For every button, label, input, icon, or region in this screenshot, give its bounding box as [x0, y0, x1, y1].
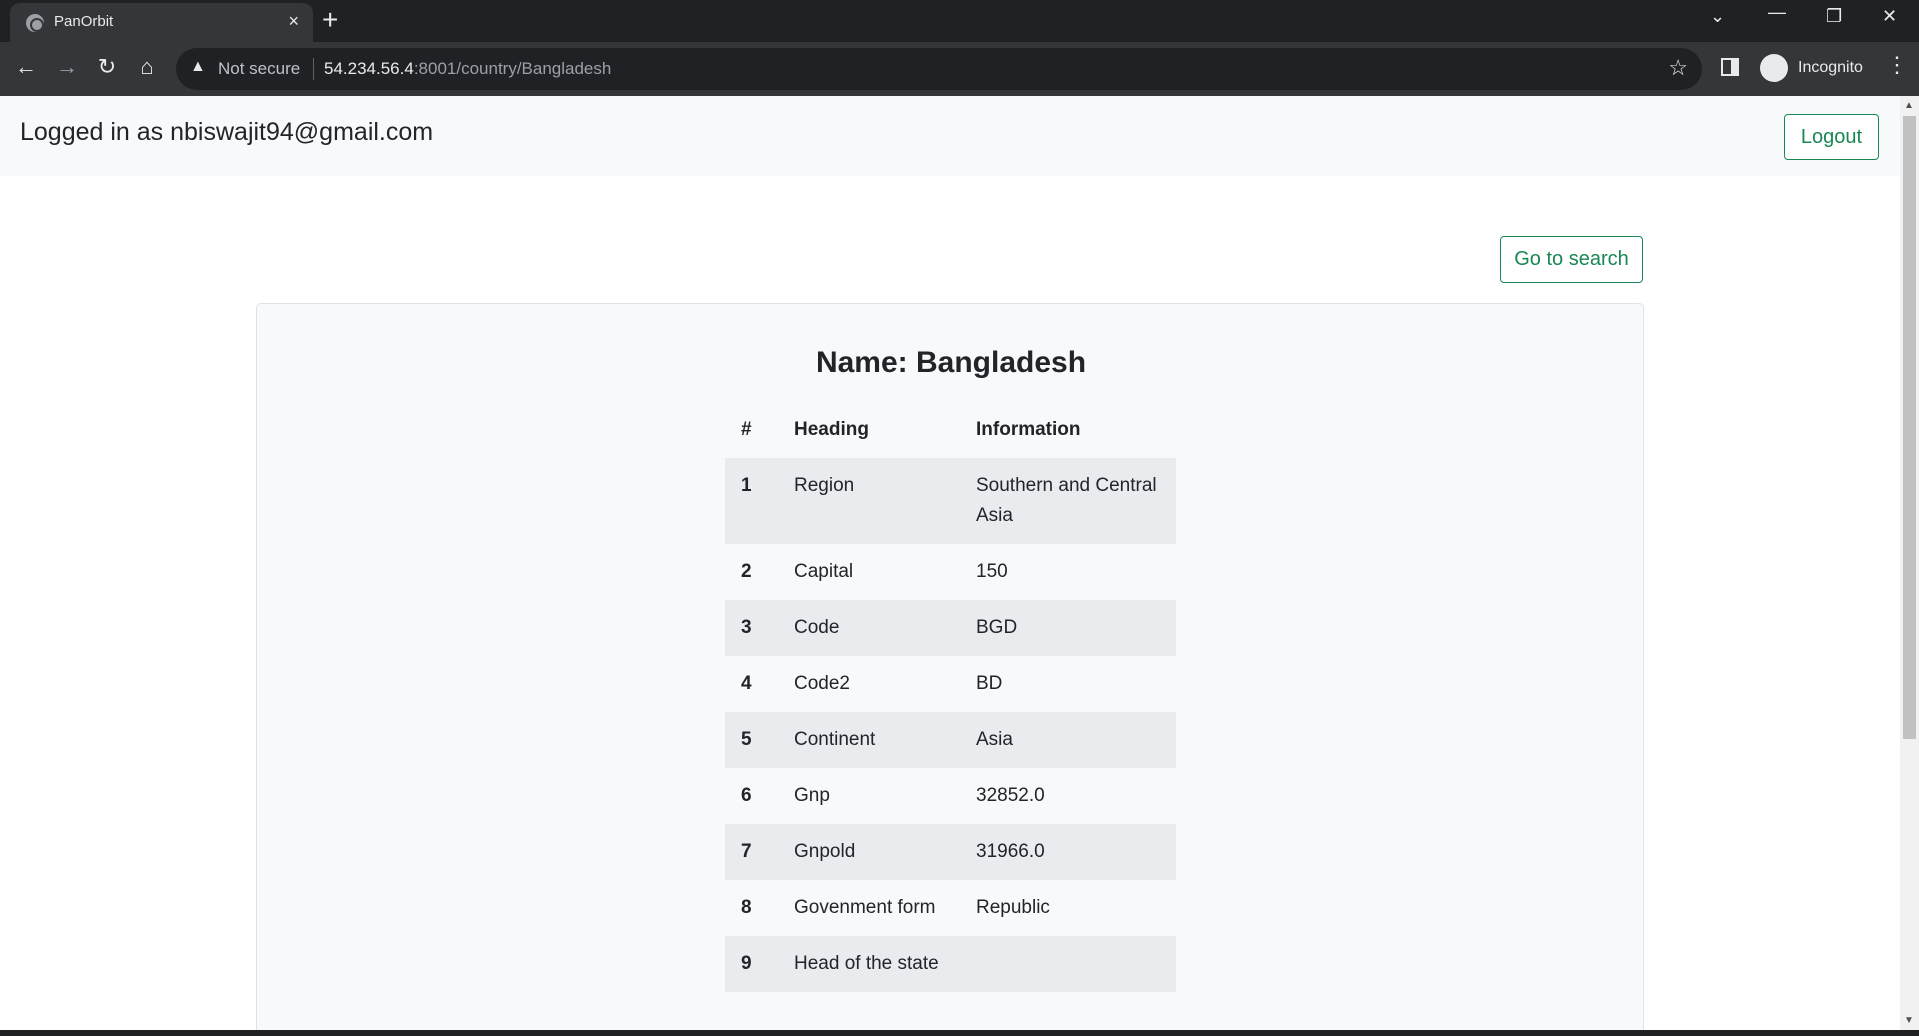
column-header-heading: Heading: [794, 419, 869, 440]
row-heading: Gnpold: [778, 824, 960, 880]
table-header-row: # Heading Information: [725, 402, 1176, 458]
incognito-icon: [1760, 54, 1788, 82]
back-arrow-icon[interactable]: ←: [12, 54, 40, 80]
row-number: 9: [725, 936, 778, 992]
row-heading: Capital: [794, 561, 854, 582]
bottom-edge: [0, 1030, 1919, 1036]
row-number: 4: [741, 673, 752, 694]
row-number: 8: [741, 897, 752, 918]
tab-search-chevron-icon[interactable]: ⌄: [1710, 6, 1725, 27]
table-row: 9 Head of the state: [725, 936, 1176, 992]
row-information: 32852.0: [976, 785, 1045, 806]
browser-toolbar: ← → ↻ ⌂ ▲ Not secure 54.234.56.4:8001/co…: [0, 42, 1919, 96]
url-path: :8001/country/Bangladesh: [413, 59, 612, 78]
table-row: 4 Code2 BD: [725, 656, 1176, 712]
reload-icon[interactable]: ↻: [93, 54, 121, 80]
row-number: 7: [725, 824, 778, 880]
home-icon[interactable]: ⌂: [133, 54, 161, 80]
row-heading: Continent: [778, 712, 960, 768]
scroll-down-arrow-icon[interactable]: ▼: [1904, 1015, 1914, 1026]
bookmark-star-icon[interactable]: ☆: [1668, 55, 1688, 81]
row-information: Asia: [960, 712, 1176, 768]
row-number: 2: [741, 561, 752, 582]
row-number: 3: [725, 600, 778, 656]
table-row: 8 Govenment form Republic: [725, 880, 1176, 936]
globe-icon: [26, 14, 44, 32]
row-information: 31966.0: [960, 824, 1176, 880]
logged-in-text: Logged in as nbiswajit94@gmail.com: [20, 118, 434, 146]
table-row: 5 Continent Asia: [725, 712, 1176, 768]
row-information: 150: [976, 561, 1008, 582]
menu-kebab-icon[interactable]: ⋮: [1886, 52, 1908, 78]
row-heading: Gnp: [794, 785, 830, 806]
column-header-information: Information: [976, 419, 1081, 440]
row-heading: Head of the state: [778, 936, 960, 992]
row-heading: Code2: [794, 673, 850, 694]
warning-icon[interactable]: ▲: [190, 58, 206, 76]
table-row: 1 Region Southern and Central Asia: [725, 458, 1176, 544]
table-row: 7 Gnpold 31966.0: [725, 824, 1176, 880]
tab-strip: PanOrbit × + ⌄ — ❐ ✕: [0, 0, 1919, 42]
row-heading: Code: [778, 600, 960, 656]
column-header-number: #: [741, 419, 752, 440]
row-number: 6: [741, 785, 752, 806]
row-number: 5: [725, 712, 778, 768]
logout-button[interactable]: Logout: [1784, 114, 1879, 160]
country-info-table: # Heading Information 1 Region Southern …: [725, 402, 1176, 992]
scroll-up-arrow-icon[interactable]: ▲: [1904, 100, 1914, 111]
tab-title: PanOrbit: [54, 13, 114, 30]
tab-close-icon[interactable]: ×: [288, 11, 299, 32]
country-card: Name: Bangladesh # Heading Information 1…: [256, 303, 1644, 1030]
row-number: 1: [725, 458, 778, 544]
url-text[interactable]: 54.234.56.4:8001/country/Bangladesh: [324, 59, 611, 79]
url-host: 54.234.56.4: [324, 59, 414, 78]
table-row: 2 Capital 150: [725, 544, 1176, 600]
restore-icon[interactable]: ❐: [1826, 6, 1842, 27]
new-tab-button[interactable]: +: [322, 4, 338, 36]
minimize-icon[interactable]: —: [1768, 2, 1786, 23]
divider: [313, 58, 314, 80]
table-row: 6 Gnp 32852.0: [725, 768, 1176, 824]
row-information: BGD: [960, 600, 1176, 656]
window-close-icon[interactable]: ✕: [1882, 6, 1897, 27]
row-information: [960, 936, 1176, 992]
row-heading: Govenment form: [794, 897, 936, 918]
security-label[interactable]: Not secure: [218, 59, 300, 79]
scrollbar-thumb[interactable]: [1903, 116, 1916, 739]
row-information: BD: [976, 673, 1003, 694]
row-information: Republic: [976, 897, 1050, 918]
profile-label: Incognito: [1798, 59, 1863, 76]
address-bar[interactable]: ▲ Not secure 54.234.56.4:8001/country/Ba…: [176, 48, 1702, 90]
row-heading: Region: [778, 458, 960, 544]
incognito-profile-button[interactable]: Incognito: [1756, 50, 1877, 86]
vertical-scrollbar[interactable]: ▲ ▼: [1900, 96, 1919, 1030]
top-navbar: Logged in as nbiswajit94@gmail.com Logou…: [0, 96, 1900, 176]
forward-arrow-icon[interactable]: →: [53, 54, 81, 80]
table-row: 3 Code BGD: [725, 600, 1176, 656]
browser-tab[interactable]: PanOrbit ×: [10, 3, 313, 42]
side-panel-icon[interactable]: [1721, 58, 1739, 76]
row-information: Southern and Central Asia: [960, 458, 1176, 544]
go-to-search-button[interactable]: Go to search: [1500, 236, 1643, 283]
country-name-title: Name: Bangladesh: [815, 346, 1087, 379]
page-viewport: Logged in as nbiswajit94@gmail.com Logou…: [0, 96, 1900, 1030]
